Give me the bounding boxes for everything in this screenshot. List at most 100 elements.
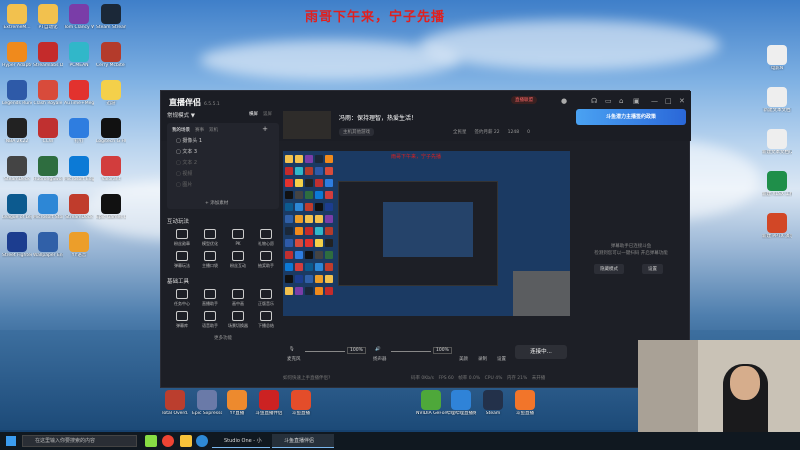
tool-button[interactable]: 画中画 <box>225 289 251 307</box>
desktop-icon[interactable]: 斗鱼直播伴侣 <box>254 390 284 416</box>
tool-button[interactable]: 礼物心愿 <box>253 229 279 247</box>
tool-button[interactable]: 任务中心 <box>169 289 195 307</box>
settings-button[interactable]: 设置 <box>642 264 663 274</box>
desktop-icon[interactable]: Epic Sxpresso <box>192 390 222 416</box>
mic-icon[interactable]: 🎙 <box>289 347 295 352</box>
desktop-icon[interactable]: 斗鱼直播 <box>510 390 540 416</box>
tool-button[interactable]: 下播总结 <box>253 311 279 329</box>
stream-preview[interactable]: 雨哥下午来，宁子先播 <box>283 151 570 316</box>
desktop-icon[interactable]: 钉钉 <box>64 118 94 144</box>
headset-icon[interactable]: ☊ <box>591 97 597 105</box>
bottom-tool[interactable]: 设置 <box>497 356 506 362</box>
tool-button[interactable]: 正版音乐 <box>253 289 279 307</box>
stream-title[interactable]: 冯雨：保持理智，热爱生活！ <box>339 113 417 122</box>
edge-icon[interactable] <box>196 435 208 447</box>
mode-select[interactable]: 常规模式 ▼ <box>167 113 195 119</box>
tool-button[interactable]: 抽奖助手 <box>253 251 279 269</box>
speaker-percent[interactable]: 100% <box>433 347 452 354</box>
tool-button[interactable]: 粉丝互动 <box>225 251 251 269</box>
desktop-icon[interactable]: NVIDIA GeForce <box>416 390 446 416</box>
desktop-icon[interactable]: YY语音 <box>64 232 94 258</box>
desktop-icon[interactable]: Legends Runeterra <box>2 80 32 106</box>
tool-button[interactable]: 粉丝勋章 <box>169 229 195 247</box>
scene-tab[interactable]: 双机 <box>209 128 218 133</box>
tool-button[interactable]: 场景切换器 <box>225 311 251 329</box>
desktop-icon[interactable]: PCMEAN <box>64 42 94 68</box>
windows-start-icon[interactable] <box>6 436 16 446</box>
status-badge[interactable]: 直播联盟 <box>511 96 537 104</box>
desktop-icon[interactable]: 哔哩哔哩直播姬 <box>446 390 476 416</box>
bottom-tool[interactable]: 录制 <box>478 356 487 362</box>
scene-tab[interactable]: 赛事 <box>195 128 204 133</box>
bottom-tool[interactable]: 美颜 <box>459 356 468 362</box>
desktop-icon[interactable]: League of Legends <box>2 194 32 220</box>
desktop-icon[interactable]: Microsoft Edge <box>64 156 94 182</box>
desktop-icon[interactable]: Hyper Adaptive Play <box>2 42 32 68</box>
source-item[interactable]: ▢ 文本 2 <box>176 159 274 166</box>
desktop-icon[interactable]: Street Fighter V <box>2 232 32 258</box>
hide-mode-button[interactable]: 隐藏模式 <box>594 264 624 274</box>
desktop-icon[interactable]: ExtremeM... <box>2 4 32 30</box>
help-link[interactable]: 如何快速上手直播伴侣? <box>283 376 330 381</box>
desktop-icon[interactable]: 电影N <box>762 45 792 71</box>
mic-percent[interactable]: 100% <box>347 347 366 354</box>
minimize-icon[interactable]: — <box>651 97 658 105</box>
portrait-toggle[interactable]: 竖屏 <box>263 111 272 117</box>
tool-button[interactable]: 主播口袋 <box>197 251 223 269</box>
start-stream-button[interactable]: 连接中... <box>515 345 567 359</box>
tool-button[interactable]: 弹幕玩法 <box>169 251 195 269</box>
source-item[interactable]: ▢ 摄像头 1 <box>176 137 274 144</box>
desktop-icon[interactable]: Steam Streaming <box>96 4 126 30</box>
desktop-icon[interactable]: AuTime+Mega <box>64 80 94 106</box>
desktop-icon[interactable]: Steam <box>478 390 508 416</box>
chat-icon[interactable]: ▭ <box>605 97 612 105</box>
desktop-icon[interactable]: Wallpaper Engine <box>33 232 63 258</box>
source-item[interactable]: ▢ 图片 <box>176 181 274 188</box>
stream-thumbnail[interactable] <box>283 111 331 139</box>
add-source-button[interactable]: + 添加素材 <box>205 200 228 206</box>
promo-banner[interactable]: 斗鱼潜力主播签约政策 <box>576 109 686 125</box>
tool-button[interactable]: 模型优化 <box>197 229 223 247</box>
taskbar-app-icon[interactable] <box>162 435 174 447</box>
desktop-icon[interactable]: 斗鱼直播 <box>286 390 316 416</box>
taskbar-live-companion[interactable]: 斗鱼直播伴侣 <box>272 434 334 448</box>
mic-slider[interactable] <box>305 351 345 352</box>
taskview-icon[interactable] <box>145 435 157 447</box>
stream-category[interactable]: 主机其他游戏 <box>339 128 374 136</box>
speaker-icon[interactable]: 🔊 <box>375 347 381 352</box>
scene-tab[interactable]: 我的场景 <box>172 128 190 133</box>
desktop-icon[interactable]: PT自动化 <box>33 4 63 30</box>
desktop-icon[interactable]: Epic Games Launcher <box>96 194 126 220</box>
avatar[interactable]: ● <box>561 97 567 105</box>
tool-button[interactable]: 直播助手 <box>197 289 223 307</box>
desktop-icon[interactable]: 新建文本文档 <box>762 87 792 113</box>
taskbar-search[interactable]: 在这里输入你要搜索的内容 <box>22 435 137 447</box>
tool-button[interactable]: 弹幕库 <box>169 311 195 329</box>
desktop-icon[interactable]: Logitech G HUB <box>96 118 126 144</box>
more-tools-link[interactable]: 更多功能 <box>167 335 279 341</box>
desktop-icon[interactable]: HuorongSword <box>33 156 63 182</box>
desktop-icon[interactable]: CCW <box>33 118 63 144</box>
desktop-icon[interactable]: StreamDock <box>64 194 94 220</box>
taskbar-studio-one[interactable]: Studio One - 小天... <box>212 434 270 448</box>
desktop-icon[interactable]: Microsoft Store <box>33 194 63 220</box>
source-item[interactable]: ▢ 视频 <box>176 170 274 177</box>
desktop-icon[interactable]: Streamlabs Desktop <box>33 42 63 68</box>
desktop-icon[interactable]: NBA 2K22 <box>2 118 32 144</box>
gift-icon[interactable]: ⌂ <box>619 97 623 105</box>
landscape-toggle[interactable]: 横屏 <box>249 111 258 117</box>
maximize-icon[interactable]: □ <box>665 97 672 105</box>
desktop-icon[interactable]: SteamDeck <box>2 156 32 182</box>
desktop-icon[interactable]: 新建 PPTX 演示文稿 <box>762 213 792 239</box>
tool-button[interactable]: 语音助手 <box>197 311 223 329</box>
desktop-icon[interactable]: 新建文本文档(2) <box>762 129 792 155</box>
desktop-icon[interactable]: YY直播 <box>222 390 252 416</box>
speaker-slider[interactable] <box>391 351 431 352</box>
source-item[interactable]: ▢ 文本 3 <box>176 148 274 155</box>
tool-button[interactable]: PK <box>225 229 251 247</box>
desktop-icon[interactable]: 迅游 <box>96 80 126 106</box>
desktop-icon[interactable]: Valorant <box>96 156 126 182</box>
monitor-icon[interactable]: ▣ <box>633 97 640 105</box>
desktop-icon[interactable]: Tom Clancy WildLands <box>64 4 94 30</box>
desktop-icon[interactable]: Total Overd. <box>160 390 190 416</box>
